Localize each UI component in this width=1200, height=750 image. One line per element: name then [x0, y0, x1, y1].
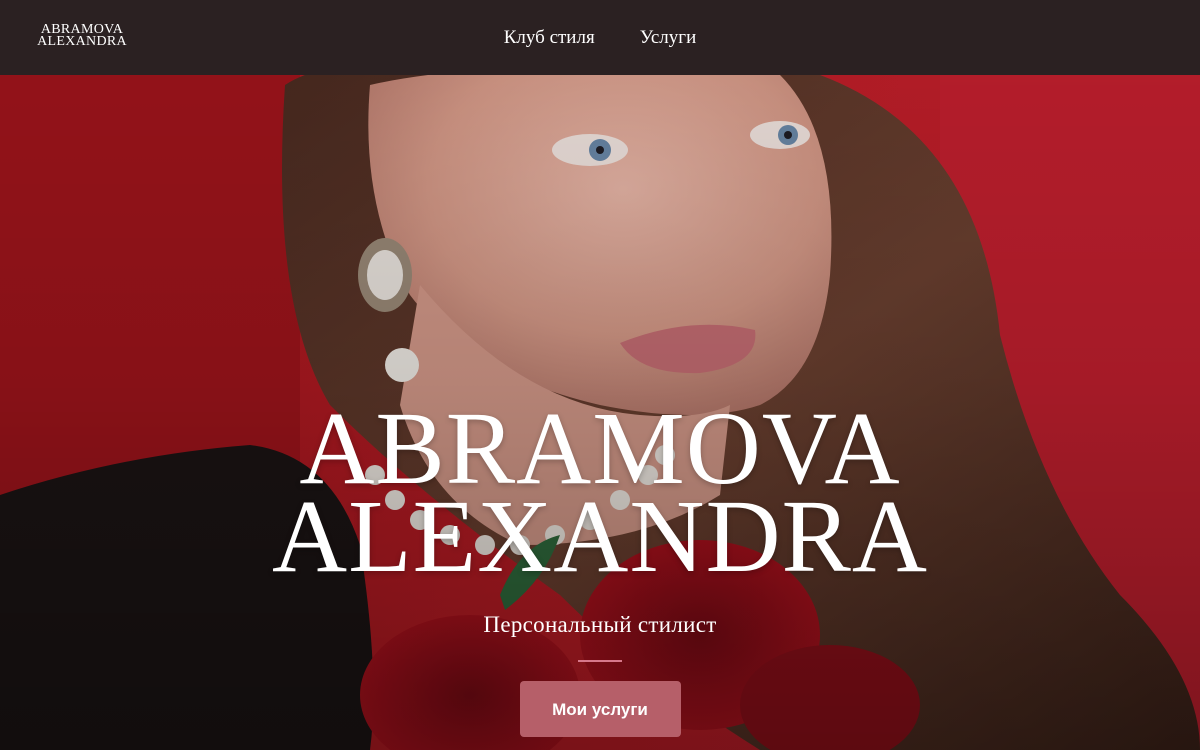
hero-subtitle: Персональный стилист: [483, 612, 717, 637]
nav-item-services[interactable]: Услуги: [640, 27, 697, 49]
main-nav: Клуб стиля Услуги: [0, 0, 1200, 75]
hero-divider: [578, 660, 622, 662]
nav-item-style-club[interactable]: Клуб стиля: [504, 27, 595, 49]
my-services-button[interactable]: Мои услуги: [519, 681, 681, 737]
hero-title: ABRAMOVA ALEXANDRA: [0, 397, 1200, 594]
hero-title-line-2: ALEXANDRA: [271, 479, 929, 594]
site-header: ABRAMOVA ALEXANDRA Клуб стиля Услуги: [0, 0, 1200, 75]
hero-content: ABRAMOVA ALEXANDRA Персональный стилист …: [0, 397, 1200, 737]
